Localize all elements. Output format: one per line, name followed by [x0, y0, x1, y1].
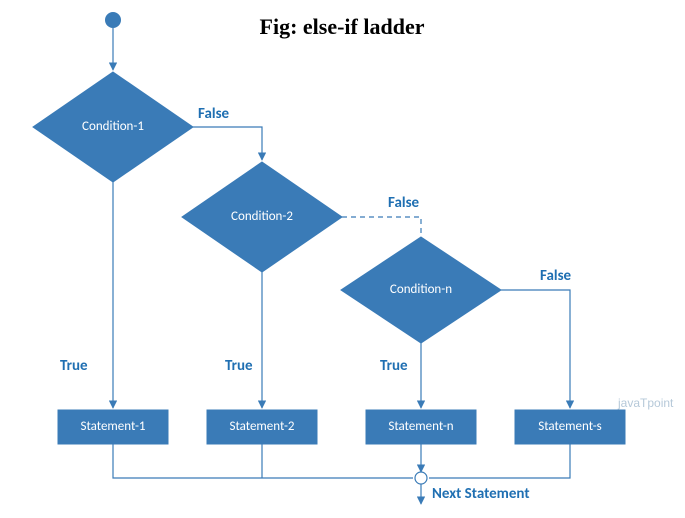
- condition-n-label: Condition-n: [390, 282, 452, 297]
- statement-n-node: Statement-n: [366, 410, 476, 444]
- c1-false-label: False: [198, 105, 230, 123]
- statement-2-label: Statement-2: [229, 419, 294, 434]
- c1-true-label: True: [60, 357, 88, 375]
- next-statement-label: Next Statement: [432, 485, 530, 503]
- edge-c2-true: True: [225, 272, 262, 408]
- condition-1-node: Condition-1: [33, 72, 193, 182]
- cn-false-label: False: [540, 267, 572, 285]
- c2-false-label: False: [388, 194, 420, 212]
- condition-2-node: Condition-2: [182, 162, 342, 272]
- cn-true-label: True: [380, 357, 408, 375]
- merge-connector: [415, 472, 427, 484]
- statement-s-node: Statement-s: [515, 410, 625, 444]
- edge-cn-false: False: [501, 267, 572, 408]
- statement-1-label: Statement-1: [80, 419, 145, 434]
- statement-2-node: Statement-2: [207, 410, 317, 444]
- statement-1-node: Statement-1: [58, 410, 168, 444]
- edge-c2-false: False: [342, 194, 421, 237]
- condition-n-node: Condition-n: [341, 237, 501, 343]
- diagram-title: Fig: else-if ladder: [260, 14, 425, 39]
- edge-cn-true: True: [380, 343, 421, 408]
- condition-2-label: Condition-2: [231, 209, 293, 224]
- start-node: [105, 12, 121, 28]
- watermark: javaTpoint: [617, 396, 674, 410]
- edge-c1-false: False: [193, 105, 262, 160]
- statement-s-label: Statement-s: [538, 419, 602, 434]
- edge-c1-true: True: [60, 182, 113, 408]
- statement-n-label: Statement-n: [388, 419, 453, 434]
- flowchart-diagram: Fig: else-if ladder Condition-1 False Co…: [0, 0, 685, 518]
- condition-1-label: Condition-1: [82, 119, 144, 134]
- c2-true-label: True: [225, 357, 253, 375]
